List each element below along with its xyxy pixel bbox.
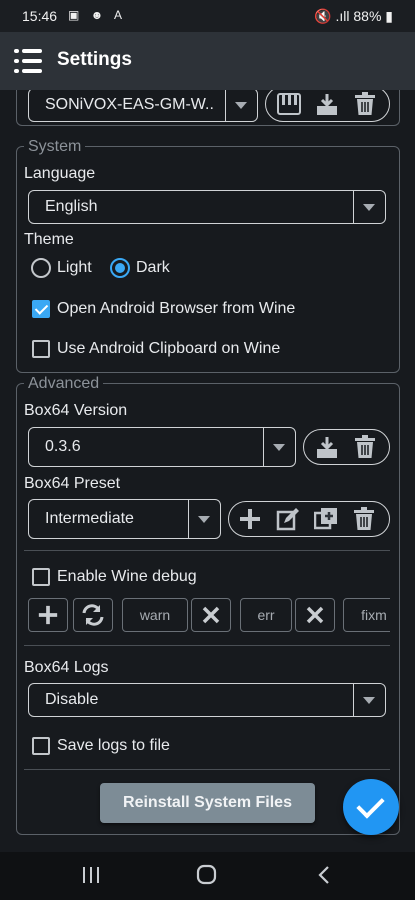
divider <box>24 769 390 770</box>
trash-icon[interactable] <box>351 507 377 535</box>
app-bar: Settings <box>0 32 415 90</box>
box64-version-value: 0.3.6 <box>45 438 81 455</box>
debug-chip-warn[interactable]: warn <box>122 598 188 632</box>
open-browser-checkbox[interactable] <box>32 300 50 318</box>
soundfont-value: SONiVOX-EAS-GM-W.. <box>45 96 214 113</box>
confirm-fab-button[interactable] <box>343 779 399 835</box>
back-icon[interactable] <box>314 864 336 892</box>
system-legend: System <box>24 138 86 156</box>
top-section-clip: SONiVOX-EAS-GM-W.. <box>0 90 415 130</box>
status-right: 🔇 .ıll 88% ▮ <box>314 8 393 25</box>
battery-level: 88% <box>353 8 382 24</box>
box64-version-select[interactable]: 0.3.6 <box>28 427 296 467</box>
theme-light-radio[interactable] <box>31 258 51 278</box>
close-icon[interactable] <box>295 598 335 632</box>
theme-dark-radio[interactable] <box>110 258 130 278</box>
notification-icons: ▣ ☻ A <box>68 8 126 22</box>
system-nav-bar <box>0 852 415 900</box>
save-logs-checkbox[interactable] <box>32 737 50 755</box>
box64-preset-label: Box64 Preset <box>24 475 121 492</box>
duplicate-icon[interactable] <box>313 507 339 535</box>
language-label: Language <box>24 165 96 182</box>
box64-version-label: Box64 Version <box>24 402 128 419</box>
debug-channel-row: warn err fixm <box>28 598 390 634</box>
save-logs-label: Save logs to file <box>57 737 170 754</box>
status-bar: 15:46 ▣ ☻ A 🔇 .ıll 88% ▮ <box>0 0 415 32</box>
chevron-down-icon <box>273 444 285 451</box>
language-value: English <box>45 198 98 215</box>
divider <box>24 550 390 551</box>
chevron-down-icon <box>198 516 210 523</box>
box64-preset-actions <box>228 501 390 537</box>
theme-light-label: Light <box>57 259 92 276</box>
add-channel-button[interactable] <box>28 598 68 632</box>
add-icon[interactable] <box>237 507 263 535</box>
reset-channels-button[interactable] <box>73 598 113 632</box>
box64-logs-label: Box64 Logs <box>24 659 109 676</box>
box64-preset-value: Intermediate <box>45 510 134 527</box>
debug-chip-fixme[interactable]: fixm <box>343 598 390 632</box>
soundfont-select[interactable]: SONiVOX-EAS-GM-W.. <box>28 90 258 122</box>
edit-icon[interactable] <box>275 507 301 535</box>
trash-icon[interactable] <box>352 435 378 463</box>
advanced-legend: Advanced <box>24 375 104 393</box>
home-icon[interactable] <box>196 864 218 892</box>
chevron-down-icon <box>363 204 375 211</box>
chevron-down-icon <box>235 102 247 109</box>
box64-preset-select[interactable]: Intermediate <box>28 499 221 539</box>
status-time: 15:46 <box>22 8 58 24</box>
theme-label: Theme <box>24 231 74 248</box>
wine-debug-checkbox[interactable] <box>32 568 50 586</box>
box64-version-actions <box>303 429 390 465</box>
box64-logs-select[interactable]: Disable <box>28 683 386 717</box>
soundfont-actions <box>265 90 390 122</box>
battery-icon: ▮ <box>381 8 393 24</box>
clipboard-checkbox[interactable] <box>32 340 50 358</box>
page-title: Settings <box>57 49 132 70</box>
language-select[interactable]: English <box>28 190 386 224</box>
reinstall-system-files-button[interactable]: Reinstall System Files <box>100 783 315 823</box>
open-browser-label: Open Android Browser from Wine <box>57 300 296 317</box>
clipboard-label: Use Android Clipboard on Wine <box>57 340 281 357</box>
chevron-down-icon <box>363 697 375 704</box>
close-icon[interactable] <box>191 598 231 632</box>
hamburger-menu-icon[interactable] <box>14 49 42 73</box>
download-icon[interactable] <box>314 92 340 120</box>
trash-icon[interactable] <box>352 92 378 120</box>
divider <box>24 645 390 646</box>
recent-apps-icon[interactable] <box>80 864 102 892</box>
theme-dark-label: Dark <box>136 259 170 276</box>
box64-logs-value: Disable <box>45 691 99 708</box>
piano-icon[interactable] <box>276 93 302 119</box>
wine-debug-label: Enable Wine debug <box>57 568 197 585</box>
download-icon[interactable] <box>314 435 340 463</box>
signal-icon: 🔇 .ıll <box>314 8 350 24</box>
debug-chip-err[interactable]: err <box>240 598 292 632</box>
